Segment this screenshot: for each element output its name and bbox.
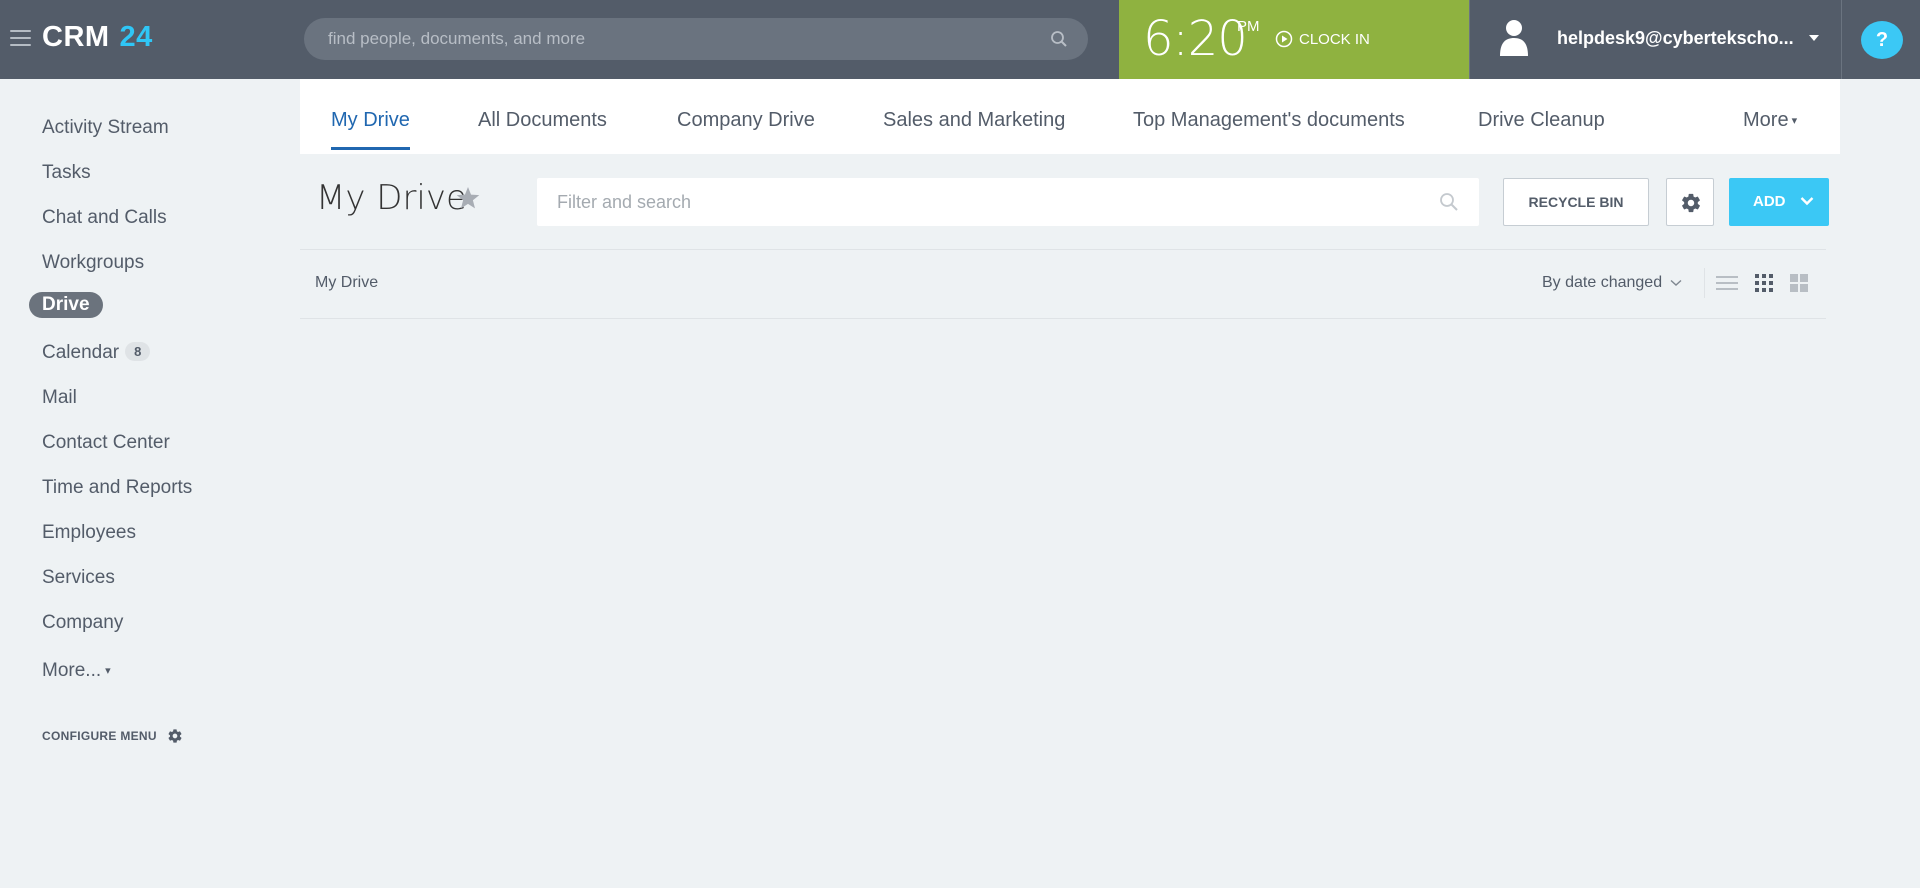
search-icon[interactable] [1050,30,1068,48]
logo-main: CRM [42,21,110,53]
sidebar-item-employees[interactable]: Employees [42,522,136,544]
divider [300,318,1826,319]
sidebar-item-label: More... [42,660,102,681]
sidebar-item-more[interactable]: More... ▾ [42,660,111,682]
menu-icon[interactable] [10,30,31,47]
chevron-down-icon [1670,279,1682,286]
tab-more-label: More [1743,109,1789,131]
global-search-input[interactable] [304,18,1088,60]
clock-panel: 6:20 PM CLOCK IN [1119,0,1469,79]
star-icon[interactable] [455,186,481,210]
clock-time: 6:20 [1143,11,1248,67]
sidebar-item-drive[interactable]: Drive [29,292,103,318]
view-separator [1704,268,1705,298]
sidebar-item-contact-center[interactable]: Contact Center [42,432,170,454]
tab-company-drive[interactable]: Company Drive [677,109,815,132]
sidebar-item-chat-and-calls[interactable]: Chat and Calls [42,207,167,229]
sidebar-item-activity-stream[interactable]: Activity Stream [42,117,169,139]
search-icon[interactable] [1439,192,1459,212]
list-view-icon[interactable] [1716,273,1738,293]
help-button[interactable]: ? [1861,21,1903,59]
sidebar-item-time-and-reports[interactable]: Time and Reports [42,477,192,499]
clock-in-label: CLOCK IN [1299,30,1370,48]
user-avatar-icon [1500,20,1528,56]
recycle-bin-button[interactable]: RECYCLE BIN [1503,178,1649,226]
chevron-down-icon: ▾ [1791,115,1798,127]
chevron-down-icon: ▾ [105,665,111,677]
divider [300,249,1826,250]
drive-tabs: My Drive All Documents Company Drive Sal… [300,79,1840,154]
page-title: My Drive [316,178,467,218]
clock-in-button[interactable]: CLOCK IN [1275,30,1370,48]
sidebar-item-mail[interactable]: Mail [42,387,77,409]
calendar-count-badge: 8 [125,342,151,361]
tab-drive-cleanup[interactable]: Drive Cleanup [1478,109,1605,132]
global-search [304,18,1088,60]
user-menu[interactable]: helpdesk9@cybertekscho... [1469,0,1841,79]
tile-view-icon[interactable] [1789,273,1809,293]
gear-icon [1682,193,1700,213]
add-button[interactable]: ADD [1729,178,1829,226]
filter-search-input[interactable] [537,178,1479,226]
chevron-down-icon [1800,197,1814,206]
sidebar-item-workgroups[interactable]: Workgroups [42,252,144,274]
tab-all-documents[interactable]: All Documents [478,109,607,132]
tab-sales-and-marketing[interactable]: Sales and Marketing [883,109,1065,132]
tab-my-drive[interactable]: My Drive [331,109,410,150]
tab-top-management-documents[interactable]: Top Management's documents [1133,109,1405,132]
sidebar-item-services[interactable]: Services [42,567,115,589]
top-header: CRM 24 6:20 PM CLOCK IN helpdesk9@cyberte… [0,0,1920,79]
gear-icon [168,729,182,743]
configure-menu-button[interactable]: CONFIGURE MENU [42,728,183,744]
filter-search [537,178,1479,226]
add-label: ADD [1753,193,1786,210]
breadcrumb[interactable]: My Drive [315,274,378,292]
user-name: helpdesk9@cybertekscho... [1557,28,1794,48]
configure-menu-label: CONFIGURE MENU [42,729,157,743]
logo-number: 24 [119,21,153,53]
sidebar-item-label: Calendar [42,342,120,363]
clock-ampm: PM [1237,18,1260,35]
tab-more[interactable]: More ▾ [1743,109,1797,132]
sidebar-item-tasks[interactable]: Tasks [42,162,91,184]
grid-view-icon[interactable] [1754,273,1774,293]
sidebar-item-company[interactable]: Company [42,612,123,634]
sidebar-item-calendar[interactable]: Calendar 8 [42,342,151,364]
chevron-down-icon [1809,35,1819,41]
settings-button[interactable] [1666,178,1714,226]
play-circle-icon [1275,30,1293,48]
sort-dropdown[interactable]: By date changed [1542,274,1682,292]
help-panel: ? [1841,0,1920,79]
logo[interactable]: CRM 24 [42,21,153,54]
sort-label: By date changed [1542,274,1663,291]
